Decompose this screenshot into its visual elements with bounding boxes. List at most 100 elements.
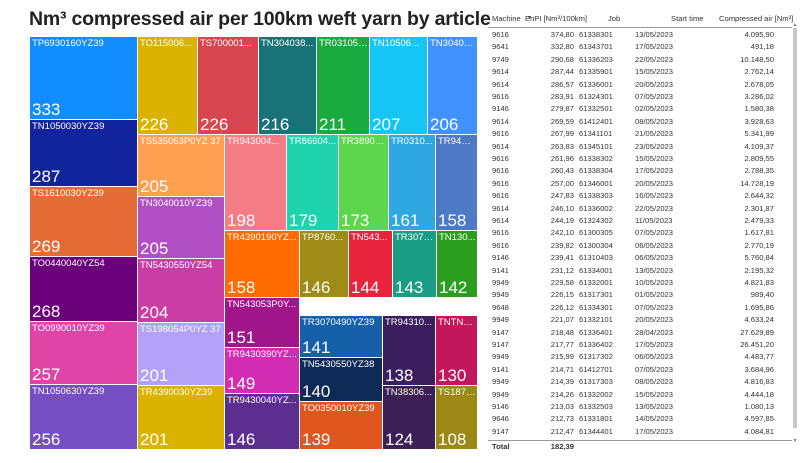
treemap-tile[interactable]: TR3070... 143 (393, 231, 437, 298)
treemap-tile[interactable]: TR031051... 211 (317, 37, 370, 135)
treemap-tile[interactable]: TR38905... 173 (339, 135, 389, 231)
cell-machine: 9146 (492, 104, 509, 114)
table-row[interactable]: 9147 217,77 61336402 17/05/2023 26.451,20 (488, 339, 792, 351)
treemap-tile[interactable]: TN1050630YZ39 256 (30, 385, 138, 450)
treemap-chart[interactable]: TP6930160YZ39 333 TO115006... 226 TS700001..… (30, 37, 478, 450)
table-row[interactable]: 9949 229,58 61332001 10/05/2023 4.821,83 (488, 277, 792, 289)
treemap-tile[interactable]: TP8760... 146 (300, 231, 349, 298)
table-row[interactable]: 9614 286,57 61336001 20/05/2023 2.678,05 (488, 79, 792, 91)
table-row[interactable]: 9147 218,48 61336401 28/04/2023 27.629,89 (488, 327, 792, 339)
treemap-tile[interactable]: TN130... 142 (437, 231, 478, 298)
table-row[interactable]: 9141 214,71 61412701 07/05/2023 3.684,96 (488, 364, 792, 376)
treemap-tile[interactable]: TS535063P0YZ 37 205 (138, 135, 225, 197)
treemap-tile[interactable]: TO0350010YZ39 139 (300, 402, 383, 450)
treemap-tile[interactable]: TO0440040YZ54 268 (30, 257, 138, 322)
table-row[interactable]: 9616 267,99 61341101 21/05/2023 5.341,99 (488, 128, 792, 140)
table-row[interactable]: 9616 242,10 61300305 07/05/2023 1.617,81 (488, 227, 792, 239)
treemap-tile[interactable]: TN5430550YZ38 140 (300, 358, 383, 402)
table-row[interactable]: 9614 246,10 61336002 22/05/2023 2.301,87 (488, 203, 792, 215)
table-row[interactable]: 9616 247,83 61338303 16/05/2023 2.644,32 (488, 190, 792, 202)
treemap-tile[interactable]: TR9430040YZ... 146 (225, 394, 300, 450)
table-row[interactable]: 9616 374,80 61338301 13/05/2023 4.095,90 (488, 29, 792, 41)
table-row[interactable]: 9616 283,91 61324301 07/05/2023 3.286,02 (488, 91, 792, 103)
scroll-thumb[interactable] (793, 28, 797, 428)
treemap-tile[interactable]: TS198054P0YZ 37 201 (138, 323, 225, 386)
table-row[interactable]: 9614 287,44 61335901 15/05/2023 2.762,14 (488, 66, 792, 78)
treemap-tile[interactable]: TN1050030YZ39 287 (30, 120, 138, 187)
table-row[interactable]: 9648 226,12 61334301 07/05/2023 1.695,86 (488, 302, 792, 314)
cell-enpi: 283,91 (550, 92, 574, 101)
treemap-tile[interactable]: TR94310... 138 (383, 316, 436, 386)
table-row[interactable]: 9147 212,47 61344401 17/05/2023 4.084,81 (488, 426, 792, 438)
header-machine[interactable]: Machine (492, 14, 521, 23)
cell-machine: 9616 (492, 228, 509, 238)
table-row[interactable]: 9646 212,73 61331801 14/05/2023 4.597,85 (488, 413, 792, 425)
treemap-tile[interactable]: TNTN8... 130 (436, 316, 478, 386)
treemap-tile[interactable]: TS700001... 226 (198, 37, 259, 135)
cell-start-time: 17/05/2023 (635, 42, 674, 52)
treemap-tile[interactable]: TS1610030YZ39 269 (30, 187, 138, 257)
treemap-tile[interactable]: TO0990010YZ39 257 (30, 322, 138, 385)
cell-compressed-air: 4.821,83 (744, 278, 774, 287)
tile-value: 207 (372, 115, 401, 134)
treemap-tile[interactable]: TR9430390YZ... 149 (225, 348, 300, 394)
cell-compressed-air: 2.678,05 (744, 79, 774, 89)
scroll-down-icon[interactable]: ▼ (792, 438, 798, 444)
cell-compressed-air: 2.479,33 (744, 216, 774, 225)
table-row[interactable]: 9949 215,99 61317302 06/05/2023 4.483,77 (488, 351, 792, 363)
table-row[interactable]: 9641 332,80 61343701 17/05/2023 491,18 (488, 41, 792, 53)
header-compressed-air[interactable]: Compressed air [Nm³] (719, 14, 793, 23)
table-row[interactable]: 9949 221,07 61332101 20/05/2023 4.633,24 (488, 314, 792, 326)
treemap-tile[interactable]: TN38306... 124 (383, 386, 436, 450)
tile-label: TR4390030YZ39 (140, 387, 213, 398)
treemap-tile[interactable]: TR86604... 179 (287, 135, 339, 231)
treemap-tile[interactable]: TN30403... 206 (428, 37, 478, 135)
treemap-tile[interactable]: TO115006... 226 (138, 37, 198, 135)
table-row[interactable]: 9146 279,87 61332501 02/05/2023 1.580,38 (488, 103, 792, 115)
table-row[interactable]: 9146 213,03 61332503 13/05/2023 1.080,13 (488, 401, 792, 413)
cell-compressed-air: 2.770,19 (744, 240, 774, 250)
treemap-tile[interactable]: TN543... 144 (349, 231, 393, 298)
table-row[interactable]: 9616 260,43 61338304 17/05/2023 2.788,35 (488, 165, 792, 177)
treemap-tile[interactable]: TR0310... 161 (389, 135, 436, 231)
header-start-time[interactable]: Start time (671, 14, 704, 23)
treemap-tile[interactable]: TN5430550YZ54 204 (138, 259, 225, 323)
cell-compressed-air: 491,18 (750, 42, 774, 52)
table-row[interactable]: 9616 239,82 61300304 06/05/2023 2.770,19 (488, 240, 792, 252)
table-row[interactable]: 9949 226,15 61317301 01/05/2023 989,40 (488, 289, 792, 301)
table-row[interactable]: 9616 261,96 61338302 15/05/2023 2.809,55 (488, 153, 792, 165)
cell-machine: 9614 (492, 67, 509, 77)
table-row[interactable]: 9616 257,00 61346001 20/05/2023 14.728,19 (488, 178, 792, 190)
treemap-tile[interactable]: TR3070490YZ39 141 (300, 316, 383, 358)
cell-job: 61336001 (579, 79, 613, 89)
treemap-tile[interactable]: TN10506... 207 (370, 37, 428, 135)
table-row[interactable]: 9949 214,26 61332002 15/05/2023 4.444,18 (488, 389, 792, 401)
cell-start-time: 16/05/2023 (635, 191, 674, 201)
header-enpi[interactable]: EnPI [Nm³/100km] (525, 14, 587, 23)
table-row[interactable]: 9614 244,19 61324302 11/05/2023 2.479,33 (488, 215, 792, 227)
treemap-tile[interactable]: TN3040010YZ39 205 (138, 197, 225, 259)
table-row[interactable]: 9949 214,39 61317303 08/05/2023 4.816,83 (488, 376, 792, 388)
table-scrollbar[interactable]: ▲ ▼ (792, 22, 798, 444)
table-row[interactable]: 9614 269,59 61412401 08/05/2023 3.928,63 (488, 116, 792, 128)
treemap-tile[interactable]: TR943004... 198 (225, 135, 287, 231)
treemap-tile[interactable]: TS1870... 108 (436, 386, 478, 450)
cell-compressed-air: 3.928,63 (744, 116, 774, 126)
table-row[interactable]: 9141 231,12 61334001 13/05/2023 2.195,32 (488, 265, 792, 277)
treemap-tile[interactable]: TN543053P0Y... 151 (225, 298, 300, 348)
treemap-tile[interactable]: TN304038... 216 (259, 37, 317, 135)
table-row[interactable]: 9614 263,83 61345101 23/05/2023 4.109,37 (488, 141, 792, 153)
treemap-tile[interactable]: TP6930160YZ39 333 (30, 37, 138, 120)
table-row[interactable]: 9749 290,68 61336203 22/05/2023 10.148,50 (488, 54, 792, 66)
sort-descending-icon[interactable]: ▾ (528, 14, 531, 21)
tile-label: TP6930160YZ39 (32, 38, 104, 49)
table-row[interactable]: 9146 239,41 61310403 06/05/2023 5.760,84 (488, 252, 792, 264)
tile-value: 108 (438, 430, 467, 449)
cell-enpi: 290,68 (550, 54, 574, 64)
data-table[interactable]: Machine EnPI [Nm³/100km] ▾ Job Start tim… (488, 11, 793, 455)
header-job[interactable]: Job (608, 14, 620, 23)
treemap-tile[interactable]: TR4390030YZ39 201 (138, 386, 225, 450)
treemap-tile[interactable]: TR9431... 158 (436, 135, 478, 231)
treemap-tile[interactable]: TR4390190YZ... 158 (225, 231, 300, 298)
cell-machine: 9648 (492, 302, 509, 312)
